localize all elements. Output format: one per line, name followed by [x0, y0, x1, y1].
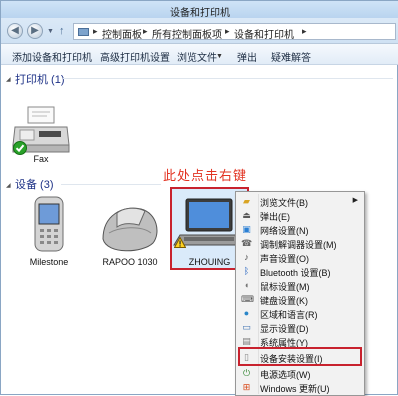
chevron-down-icon: ▼ [216, 53, 223, 60]
menu-item-label: 区域和语言(R) [260, 310, 318, 320]
forward-button[interactable]: ▶ [27, 23, 43, 39]
menu-item-power[interactable]: ⏻ 电源选项(W) [238, 367, 362, 381]
modem-icon: ☎ [241, 238, 253, 248]
navigation-bar: ◀ ▶ ▼ ↑ ▸ 控制面板 ▸ 所有控制面板项 ▸ 设备和打印机 ▸ [1, 18, 398, 44]
menu-item-label: Windows 更新(U) [260, 384, 330, 394]
chevron-right-icon: ▸ [302, 26, 307, 36]
default-check-icon [13, 141, 27, 155]
menu-item-mouse[interactable]: ◖ 鼠标设置(M) [238, 279, 362, 293]
chevron-right-icon: ▸ [143, 26, 148, 36]
recent-pages-dropdown-icon[interactable]: ▼ [47, 28, 54, 35]
breadcrumb-all-items[interactable]: 所有控制面板项 [152, 26, 222, 41]
command-bar: 添加设备和打印机 高级打印机设置 浏览文件 ▼ 弹出 疑难解答 [1, 44, 398, 65]
menu-item-label: 显示设置(D) [260, 324, 309, 334]
menu-item-modem[interactable]: ☎ 调制解调器设置(M) [238, 237, 362, 251]
window-title: 设备和打印机 [170, 8, 230, 19]
section-divider [63, 78, 393, 79]
menu-item-eject[interactable]: ⏏ 弹出(E) [238, 209, 362, 223]
fax-device[interactable]: Fax [11, 105, 71, 164]
highlighted-menu-item-frame [238, 347, 362, 366]
collapse-devices-icon[interactable]: ◢ [6, 182, 11, 189]
submenu-arrow-icon: ▶ [352, 197, 358, 204]
mouse-icon: ◖ [243, 280, 250, 290]
menu-item-label: 键盘设置(K) [260, 296, 308, 306]
display-icon: ▭ [242, 322, 251, 332]
menu-item-label: 网络设置(N) [260, 226, 309, 236]
address-bar[interactable]: ▸ 控制面板 ▸ 所有控制面板项 ▸ 设备和打印机 ▸ [73, 23, 396, 41]
fax-label: Fax [33, 154, 49, 164]
mouse-label: RAPOO 1030 [102, 257, 158, 267]
back-arrow-icon: ◀ [11, 25, 19, 36]
menu-item-label: 调制解调器设置(M) [260, 240, 337, 250]
menu-item-browse-files[interactable]: ▰ 浏览文件(B) ▶ [238, 195, 362, 209]
menu-item-label: Bluetooth 设置(B) [260, 268, 331, 278]
menu-item-label: 浏览文件(B) [260, 198, 308, 208]
menu-item-label: 鼠标设置(M) [260, 282, 310, 292]
menu-item-bluetooth[interactable]: ᛒ Bluetooth 设置(B) [238, 265, 362, 279]
add-device-button[interactable]: 添加设备和打印机 [12, 49, 92, 64]
menu-item-sound[interactable]: ♪ 声音设置(O) [238, 251, 362, 265]
up-arrow-icon[interactable]: ↑ [59, 25, 65, 37]
menu-item-region[interactable]: ● 区域和语言(R) [238, 307, 362, 321]
title-bar[interactable]: 设备和打印机 [1, 1, 398, 19]
folder-icon: ▰ [243, 196, 250, 206]
update-icon: ⊞ [242, 382, 251, 392]
globe-icon: ● [243, 308, 250, 318]
menu-item-display[interactable]: ▭ 显示设置(D) [238, 321, 362, 335]
mouse-device[interactable]: RAPOO 1030 [95, 203, 165, 267]
breadcrumb-devices-printers[interactable]: 设备和打印机 [234, 26, 294, 41]
menu-item-label: 电源选项(W) [260, 370, 311, 380]
mobile-phone-icon [34, 196, 64, 252]
phone-device[interactable]: Milestone [21, 195, 77, 267]
devices-section-header[interactable]: 设备 (3) [15, 176, 54, 192]
print-server-button[interactable]: 高级打印机设置 [100, 49, 170, 64]
system-icon: ▤ [242, 336, 251, 346]
eject-icon: ⏏ [242, 210, 251, 220]
devices-and-printers-window: 设备和打印机 ◀ ▶ ▼ ↑ ▸ 控制面板 ▸ 所有控制面板项 ▸ 设备和打印机… [0, 0, 398, 396]
eject-button[interactable]: 弹出 [237, 49, 257, 64]
chevron-right-icon: ▸ [225, 26, 230, 36]
keyboard-icon: ⌨ [241, 294, 254, 304]
right-click-annotation: 此处点击右键 [163, 169, 248, 184]
menu-item-label: 弹出(E) [260, 212, 290, 222]
menu-item-network[interactable]: ▣ 网络设置(N) [238, 223, 362, 237]
menu-item-label: 声音设置(O) [260, 254, 309, 264]
menu-item-windows-update[interactable]: ⊞ Windows 更新(U) [238, 381, 362, 395]
network-icon: ▣ [242, 224, 251, 234]
bluetooth-icon: ᛒ [243, 266, 250, 276]
printers-section-header[interactable]: 打印机 (1) [15, 71, 65, 87]
warning-icon [174, 237, 186, 248]
back-button[interactable]: ◀ [7, 23, 23, 39]
forward-arrow-icon: ▶ [31, 25, 39, 36]
phone-label: Milestone [29, 257, 69, 267]
chevron-right-icon: ▸ [93, 26, 98, 36]
browse-files-button[interactable]: 浏览文件 [177, 49, 217, 64]
collapse-printers-icon[interactable]: ◢ [6, 76, 11, 83]
breadcrumb-control-panel[interactable]: 控制面板 [102, 26, 142, 41]
power-icon: ⏻ [242, 368, 251, 378]
sound-icon: ♪ [244, 252, 249, 262]
troubleshoot-button[interactable]: 疑难解答 [271, 49, 311, 64]
control-panel-icon [78, 28, 89, 36]
mouse-icon [102, 207, 158, 252]
section-divider [61, 184, 161, 185]
menu-item-keyboard[interactable]: ⌨ 键盘设置(K) [238, 293, 362, 307]
